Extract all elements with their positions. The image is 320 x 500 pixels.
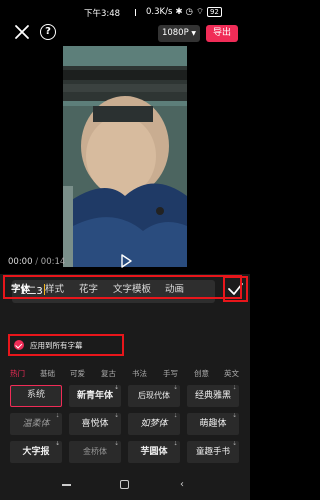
status-time: 下午3:48 [84,9,121,19]
font-tile-label: 童趣手书 [195,447,230,457]
play-icon[interactable] [120,254,132,268]
export-button[interactable]: 导出 [206,25,238,42]
category-cute[interactable]: 可爱 [70,368,85,379]
menu-icon[interactable] [62,484,71,486]
download-icon: ⇣ [231,385,237,391]
download-icon: ⇣ [113,441,119,447]
font-tile[interactable]: 后现代体 ⇣ [128,385,180,407]
font-tile[interactable]: 金桥体 ⇣ [69,441,121,463]
font-tile[interactable]: 童趣手书 ⇣ [187,441,239,463]
font-tile-label: 新青年体 [76,391,113,401]
font-tile-label: 系统 [26,390,45,400]
font-tile[interactable]: 如梦体 ⇣ [128,413,180,435]
total-time: 00:14 [40,257,66,267]
font-tile-label: 萌趣体 [199,419,227,429]
font-tile-label: 大字报 [22,447,50,457]
network-speed: 0.3K/s [146,7,173,17]
category-basic[interactable]: 基础 [40,368,55,379]
apply-to-all-label: 应用到所有字幕 [30,341,83,350]
download-icon: ⇣ [172,385,178,391]
editor-toolbar: ? 1080P ▼ 导出 [0,22,250,44]
download-icon: ⇣ [113,413,119,419]
font-tile[interactable]: 芋圆体 ⇣ [128,441,180,463]
font-tile-label: 后现代体 [138,391,170,400]
download-icon: ⇣ [172,441,178,447]
tab-style[interactable]: 样式 [45,281,64,295]
font-tile-system[interactable]: 系统 [10,385,62,407]
font-tile[interactable]: 新青年体 ⇣ [69,385,121,407]
back-icon[interactable]: ‹ [180,479,184,490]
font-tile-label: 芋圆体 [140,447,168,457]
download-icon: ⇣ [113,385,119,391]
category-hot[interactable]: 热门 [10,368,25,379]
chevron-down-icon: ▼ [191,30,197,37]
battery-icon: 92 [206,7,222,17]
status-indicators: 0.3K/s ✱ ◷ ⌔ 92 [135,7,222,17]
font-tile-label: 如梦体 [140,419,168,429]
tab-animation[interactable]: 动画 [165,281,184,295]
font-tile[interactable]: 温柔体 ⇣ [10,413,62,435]
system-navigation-bar: ‹ [0,476,250,500]
font-tile-label: 经典雅黑 [194,391,231,401]
bluetooth-icon: ✱ [175,7,183,17]
font-tile-label: 金桥体 [83,447,107,456]
download-icon: ⇣ [172,413,178,419]
font-tile-label: 喜悦体 [81,419,109,429]
video-preview[interactable] [63,46,187,267]
download-icon: ⇣ [54,441,60,447]
font-tile[interactable]: 经典雅黑 ⇣ [187,385,239,407]
apply-to-all-checkbox[interactable]: 应用到所有字幕 [8,334,124,356]
current-time: 00:00 [8,257,33,267]
download-icon: ⇣ [54,413,60,419]
time-display: 00:00 / 00:14 [8,257,65,267]
wifi-icon: ⌔ [195,7,204,17]
font-tile[interactable]: 喜悦体 ⇣ [69,413,121,435]
time-separator: / [35,257,39,267]
alarm-icon: ◷ [185,7,193,17]
status-bar: 下午3:48 0.3K/s ✱ ◷ ⌔ 92 [0,0,250,22]
download-icon: ⇣ [231,413,237,419]
style-tabs: 字体 样式 花字 文字模板 动画 [3,275,242,299]
checked-icon [14,340,24,350]
tab-font[interactable]: 字体 [11,281,30,295]
home-icon[interactable] [120,480,129,489]
resolution-select[interactable]: 1080P ▼ [158,25,200,42]
resolution-value: 1080P [161,28,189,38]
tab-flower-text[interactable]: 花字 [79,281,98,295]
font-tile-label: 温柔体 [22,419,50,429]
category-calligraphy[interactable]: 书法 [132,368,147,379]
category-retro[interactable]: 复古 [101,368,116,379]
signal-icon [135,8,143,16]
font-tile[interactable]: 大字报 ⇣ [10,441,62,463]
close-icon[interactable] [14,24,30,40]
category-handwriting[interactable]: 手写 [163,368,178,379]
playback-bar: 00:00 / 00:14 [0,254,250,270]
font-tile[interactable]: 萌趣体 ⇣ [187,413,239,435]
download-icon: ⇣ [231,441,237,447]
help-icon[interactable]: ? [40,24,56,40]
category-creative[interactable]: 创意 [194,368,209,379]
tab-text-template[interactable]: 文字模板 [113,281,151,295]
category-english[interactable]: 英文 [224,368,239,379]
video-frame-image [63,46,187,267]
